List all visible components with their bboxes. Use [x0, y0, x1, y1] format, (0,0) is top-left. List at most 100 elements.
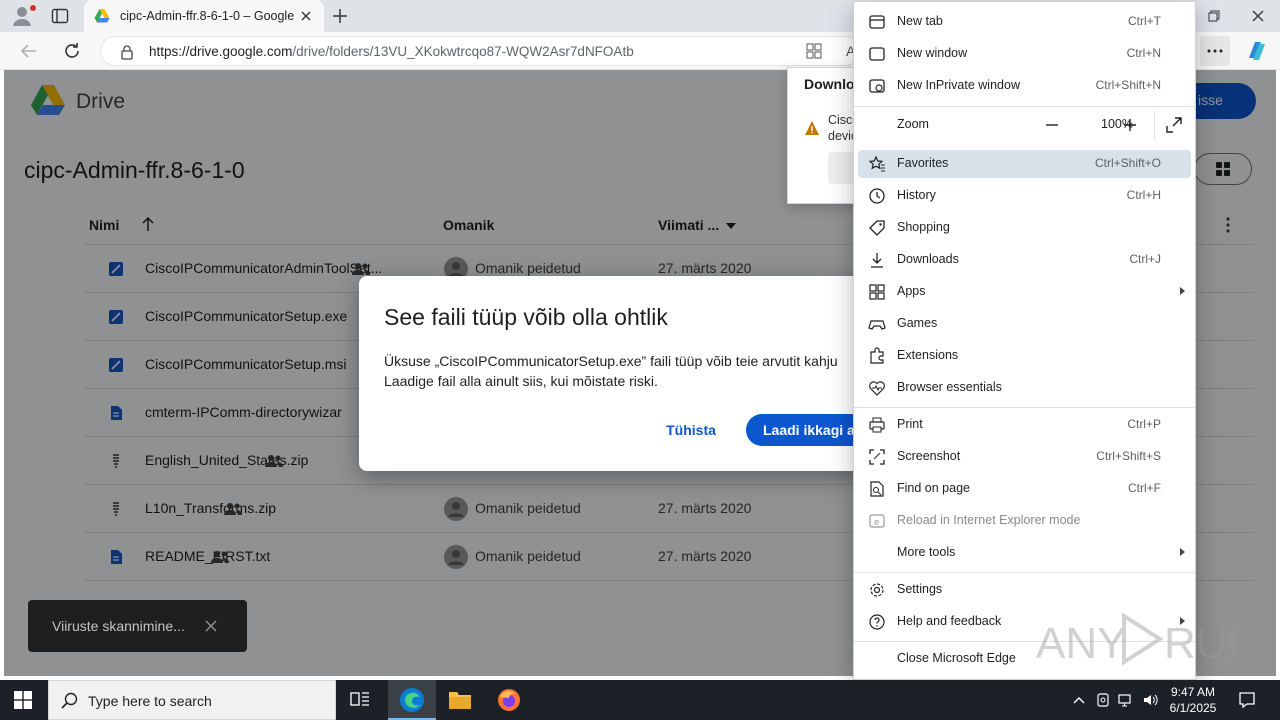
lock-icon[interactable]: [119, 44, 135, 60]
menu-shortcut: Ctrl+Shift+S: [1096, 449, 1161, 463]
active-tab[interactable]: cipc-Admin-ffr.8-6-1-0 – Google Drive: [84, 0, 324, 32]
menu-label: Settings: [897, 582, 943, 596]
menu-label: Browser essentials: [897, 380, 1002, 394]
settings-and-more-button[interactable]: [1200, 36, 1230, 66]
menu-item-print[interactable]: Print Ctrl+P: [858, 411, 1191, 439]
find-icon: [870, 481, 884, 497]
fullscreen-icon[interactable]: [1163, 114, 1185, 136]
menu-shortcut: Ctrl+H: [1126, 188, 1161, 202]
windows-start-icon[interactable]: [14, 691, 32, 709]
copilot-icon[interactable]: [1244, 38, 1270, 64]
menu-shortcut: Ctrl+Shift+O: [1094, 156, 1161, 170]
new-window-icon: [869, 47, 885, 61]
menu-separator: [854, 106, 1195, 107]
menu-shortcut: Ctrl+J: [1129, 252, 1161, 266]
history-icon: [869, 188, 885, 204]
tab-actions-icon[interactable]: [50, 6, 70, 26]
search-placeholder: Type here to search: [88, 693, 212, 709]
heart-pulse-icon: [869, 381, 885, 396]
menu-item-screenshot[interactable]: Screenshot Ctrl+Shift+S: [858, 443, 1191, 471]
menu-separator: [854, 407, 1195, 408]
menu-item-extensions[interactable]: Extensions: [858, 342, 1191, 370]
menu-shortcut: Ctrl+Shift+N: [1095, 78, 1161, 92]
menu-label: History: [897, 188, 936, 202]
menu-label: More tools: [897, 545, 956, 559]
menu-item-new-tab[interactable]: New tab Ctrl+T: [858, 8, 1191, 36]
menu-label: Games: [897, 316, 938, 330]
menu-item-apps[interactable]: Apps: [858, 278, 1191, 306]
downloads-flyout-title: Downlo: [804, 76, 855, 92]
submenu-arrow-icon: [1180, 287, 1185, 295]
new-tab-icon: [869, 15, 885, 29]
clock-date: 6/1/2025: [1169, 701, 1217, 715]
menu-item-favorites[interactable]: Favorites Ctrl+Shift+O: [858, 150, 1191, 178]
device-icon[interactable]: [1095, 692, 1111, 708]
tab-title: cipc-Admin-ffr.8-6-1-0 – Google Drive: [120, 9, 295, 23]
volume-icon[interactable]: [1142, 692, 1158, 708]
back-icon[interactable]: [18, 40, 40, 62]
menu-item-downloads[interactable]: Downloads Ctrl+J: [858, 246, 1191, 274]
url-path: /drive/folders/13VU_XKokwtrcqo87-WQW2Asr…: [292, 44, 634, 59]
window-close-icon[interactable]: [1248, 6, 1268, 26]
new-tab-icon[interactable]: [330, 6, 350, 26]
network-icon[interactable]: [1118, 692, 1134, 708]
menu-label: Close Microsoft Edge: [897, 651, 1016, 665]
svg-text:RUN: RUN: [1164, 619, 1236, 668]
snackbar-close-icon[interactable]: [204, 619, 218, 633]
menu-label: Apps: [897, 284, 926, 298]
notification-icon[interactable]: [1238, 691, 1256, 709]
taskbar-edge[interactable]: [388, 680, 436, 720]
close-icon[interactable]: [298, 8, 314, 24]
menu-label: New InPrivate window: [897, 78, 1020, 92]
zoom-in-icon[interactable]: [1119, 114, 1141, 136]
search-icon: [61, 692, 78, 709]
taskbar-firefox[interactable]: [485, 680, 533, 720]
menu-item-new-window[interactable]: New window Ctrl+N: [858, 40, 1191, 68]
dialog-title: See faili tüüp võib olla ohtlik: [384, 304, 668, 330]
menu-shortcut: Ctrl+N: [1126, 46, 1161, 60]
menu-shortcut: Ctrl+F: [1128, 481, 1161, 495]
restore-icon[interactable]: [1204, 6, 1224, 26]
chevron-up-icon[interactable]: [1071, 692, 1087, 708]
svg-text:ANY: ANY: [1036, 619, 1126, 668]
inprivate-icon: [869, 79, 885, 93]
help-icon: [869, 614, 885, 630]
google-drive-icon: [94, 9, 110, 23]
menu-item-history[interactable]: History Ctrl+H: [858, 182, 1191, 210]
extensions-icon: [870, 347, 884, 364]
refresh-icon[interactable]: [61, 40, 83, 62]
address-bar[interactable]: https://drive.google.com/drive/folders/1…: [100, 36, 860, 66]
ie-mode-icon: e: [869, 514, 885, 528]
url-text[interactable]: https://drive.google.com/drive/folders/1…: [149, 44, 634, 59]
menu-item-more-tools[interactable]: More tools: [858, 539, 1191, 567]
menu-label: Help and feedback: [897, 614, 1002, 628]
menu-item-settings[interactable]: Settings: [858, 576, 1191, 604]
clock[interactable]: 9:47 AM 6/1/2025: [1163, 684, 1223, 716]
menu-item-browser-essentials[interactable]: Browser essentials: [858, 374, 1191, 402]
print-icon: [869, 417, 885, 433]
menu-item-inprivate[interactable]: New InPrivate window Ctrl+Shift+N: [858, 72, 1191, 100]
games-icon: [868, 320, 886, 330]
menu-separator: [854, 572, 1195, 573]
menu-label: Find on page: [897, 481, 970, 495]
menu-label: Screenshot: [897, 449, 961, 463]
cancel-button[interactable]: Tühista: [651, 414, 731, 446]
dialog-body: Üksuse „CiscoIPCommunicatorSetup.exe” fa…: [384, 353, 838, 389]
task-view-button[interactable]: [336, 680, 384, 720]
taskbar-search[interactable]: Type here to search: [48, 680, 336, 720]
settings-and-more-menu: New tab Ctrl+T New window Ctrl+N New InP…: [853, 1, 1196, 680]
menu-label: Shopping: [897, 220, 950, 234]
zoom-divider: [1154, 111, 1155, 139]
menu-item-games[interactable]: Games: [858, 310, 1191, 338]
gear-icon: [870, 583, 884, 597]
menu-item-zoom: Zoom 100%: [858, 111, 1191, 139]
download-icon: [871, 253, 883, 268]
taskbar-file-explorer[interactable]: [436, 680, 484, 720]
menu-item-shopping[interactable]: Shopping: [858, 214, 1191, 242]
menu-label: Downloads: [897, 252, 959, 266]
menu-item-find-on-page[interactable]: Find on page Ctrl+F: [858, 475, 1191, 503]
task-view-icon: [350, 692, 369, 706]
screenshot-icon: [869, 449, 885, 465]
app-available-icon[interactable]: [805, 42, 823, 60]
zoom-out-icon[interactable]: [1041, 114, 1063, 136]
